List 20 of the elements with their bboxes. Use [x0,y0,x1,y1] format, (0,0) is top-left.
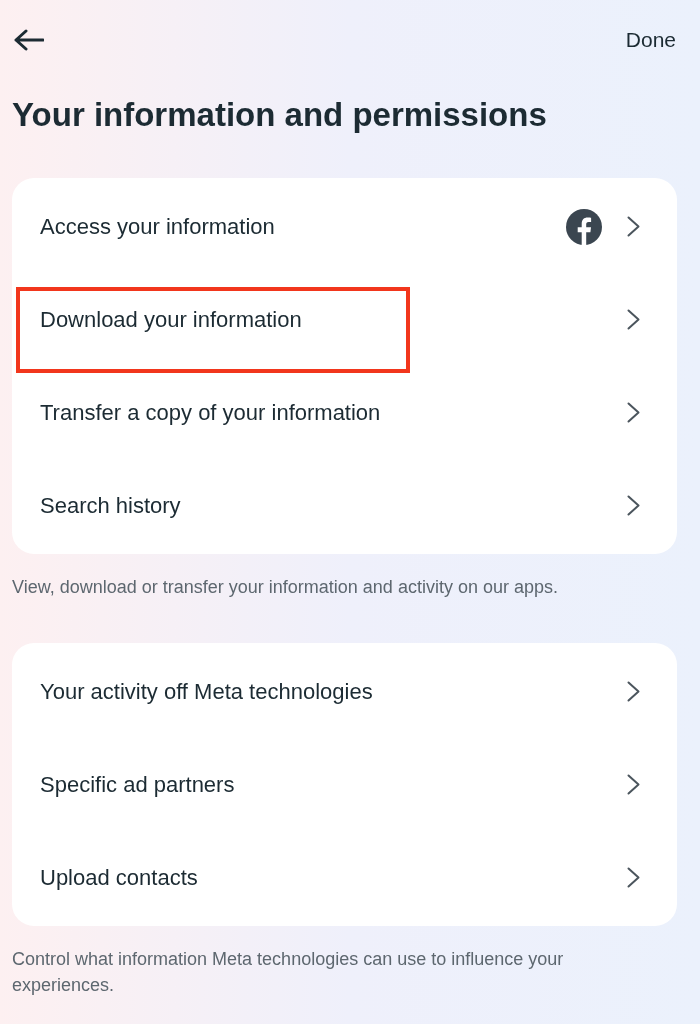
page-title: Your information and permissions [12,95,548,135]
done-button[interactable]: Done [625,24,676,56]
menu-item[interactable]: Search history [12,459,677,552]
menu-item[interactable]: Transfer a copy of your information [12,366,677,459]
menu-item[interactable]: Download your information [12,273,677,366]
chevron-right-icon [627,495,640,516]
menu-item[interactable]: Your activity off Meta technologies [12,645,677,738]
section-footnote: Control what information Meta technologies can use to influence your experiences. [12,948,565,997]
menu-item[interactable]: Upload contacts [12,831,677,924]
section-footnote: View, download or transfer your information and activity on our apps. [12,576,559,599]
chevron-right-icon [627,216,640,237]
f-logo-icon [566,208,602,245]
chevron-right-icon [627,681,640,702]
back-arrow-icon[interactable] [14,29,44,51]
chevron-right-icon [627,309,640,330]
chevron-right-icon [627,402,640,423]
menu-item[interactable]: Specific ad partners [12,738,677,831]
menu-item[interactable]: Access your information [12,180,677,273]
chevron-right-icon [627,774,640,795]
chevron-right-icon [627,867,640,888]
